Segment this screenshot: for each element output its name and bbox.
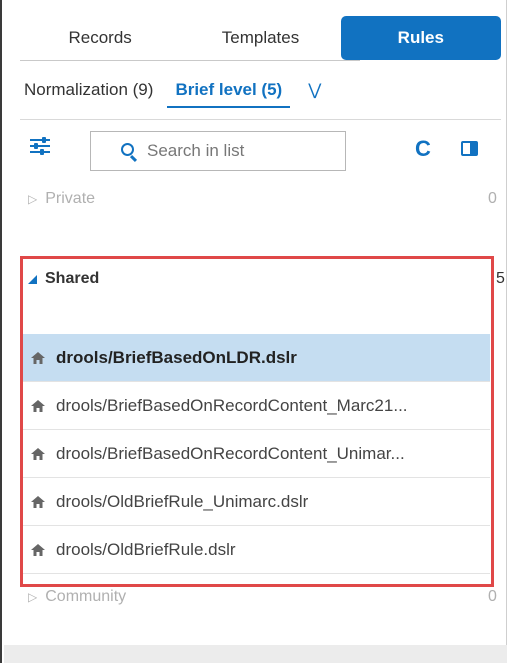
top-tab-bar: Records Templates Rules [20,16,501,60]
double-chevron-down-icon[interactable]: ⋁ [308,80,321,100]
private-count: 0 [488,190,497,207]
subtab-normalization[interactable]: Normalization (9) [24,80,153,100]
community-count: 0 [488,588,497,605]
filter-sliders-icon[interactable] [30,137,52,155]
refresh-icon[interactable]: C [415,136,431,162]
tree-group-label: Community [45,588,127,605]
tree-group-community[interactable]: ▷ Community [28,588,126,606]
tree-group-private[interactable]: ▷ Private [28,190,95,208]
caret-right-icon: ▷ [28,192,38,206]
panel-toggle-icon[interactable] [461,141,478,156]
rules-panel: Records Templates Rules Normalization (9… [0,0,507,663]
sub-tab-bar: Normalization (9) Brief level (5) ⋁ [24,72,321,108]
subtab-brief-level[interactable]: Brief level (5) [167,80,290,108]
highlight-box [20,256,494,587]
tab-templates[interactable]: Templates [180,16,340,60]
subtab-divider [20,119,501,120]
bottom-bar [4,645,507,663]
caret-right-icon: ▷ [28,590,38,604]
tree-group-label: Private [45,190,96,207]
tab-records[interactable]: Records [20,16,180,60]
shared-count: 5 [496,270,505,287]
tab-divider [20,60,360,61]
search-field[interactable] [90,131,357,171]
tab-rules[interactable]: Rules [340,16,501,60]
search-input[interactable] [147,141,357,161]
search-icon [121,143,134,156]
